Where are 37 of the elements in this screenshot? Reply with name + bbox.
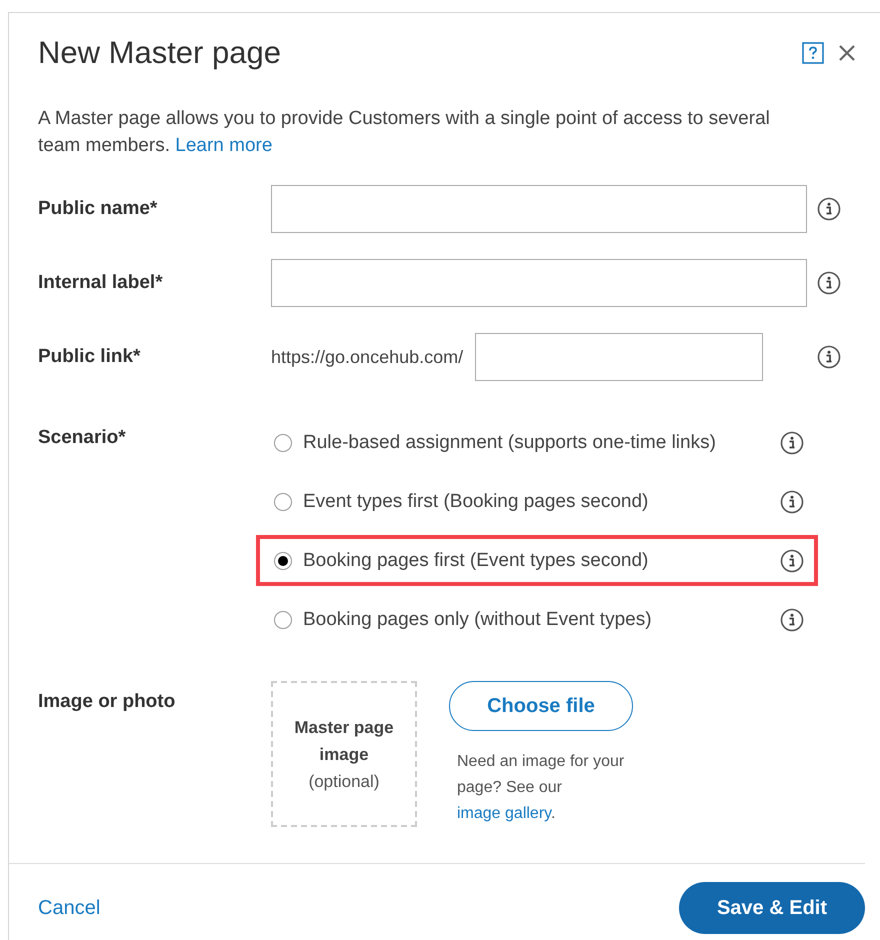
close-icon[interactable] bbox=[838, 44, 856, 62]
radio-button[interactable] bbox=[274, 552, 292, 570]
info-icon[interactable] bbox=[780, 608, 804, 632]
option-label[interactable]: Booking pages first (Event types second) bbox=[303, 550, 780, 572]
input-field[interactable] bbox=[271, 185, 807, 233]
field-label: Public name* bbox=[38, 198, 158, 220]
field-label: Image or photo bbox=[38, 691, 176, 713]
option-label[interactable]: Event types first (Booking pages second) bbox=[303, 490, 780, 512]
info-icon[interactable] bbox=[817, 197, 841, 221]
field-label: Public link* bbox=[38, 346, 142, 368]
radio-button[interactable] bbox=[274, 610, 292, 628]
radio-button[interactable] bbox=[274, 434, 292, 452]
radio-button[interactable] bbox=[274, 492, 292, 510]
info-icon[interactable] bbox=[817, 271, 841, 295]
info-icon[interactable] bbox=[780, 490, 804, 514]
field-label: Scenario* bbox=[38, 427, 127, 449]
placeholder-title: Master page image bbox=[293, 716, 395, 766]
learn-more-link[interactable]: Learn more bbox=[175, 135, 272, 156]
option-label[interactable]: Rule-based assignment (supports one-time links) bbox=[303, 432, 780, 454]
image-gallery-link[interactable]: image gallery bbox=[457, 805, 551, 822]
info-icon[interactable] bbox=[780, 548, 804, 572]
option-label[interactable]: Booking pages only (without Event types) bbox=[303, 608, 780, 630]
input-field[interactable] bbox=[271, 259, 807, 307]
cancel-link[interactable]: Cancel bbox=[38, 896, 100, 920]
placeholder-note: (optional) bbox=[308, 770, 380, 792]
image-drop-area[interactable]: Master page image (optional) bbox=[271, 681, 417, 827]
url-prefix: https://go.oncehub.com/ bbox=[271, 346, 464, 368]
description-text: A Master page allows you to provide Customers with a single point of access to several team members. Learn more bbox=[38, 107, 771, 158]
input-field[interactable] bbox=[475, 333, 764, 381]
info-icon[interactable] bbox=[780, 430, 804, 454]
help-icon[interactable] bbox=[802, 42, 824, 64]
dialog-title: New Master page bbox=[38, 35, 281, 71]
choose-file-button[interactable]: Choose file bbox=[449, 681, 633, 731]
field-label: Internal label* bbox=[38, 272, 164, 294]
info-icon[interactable] bbox=[817, 345, 841, 369]
save-button[interactable]: Save & Edit bbox=[679, 882, 865, 934]
help-text: Need an image for your page? See our image gallery. bbox=[457, 752, 626, 824]
